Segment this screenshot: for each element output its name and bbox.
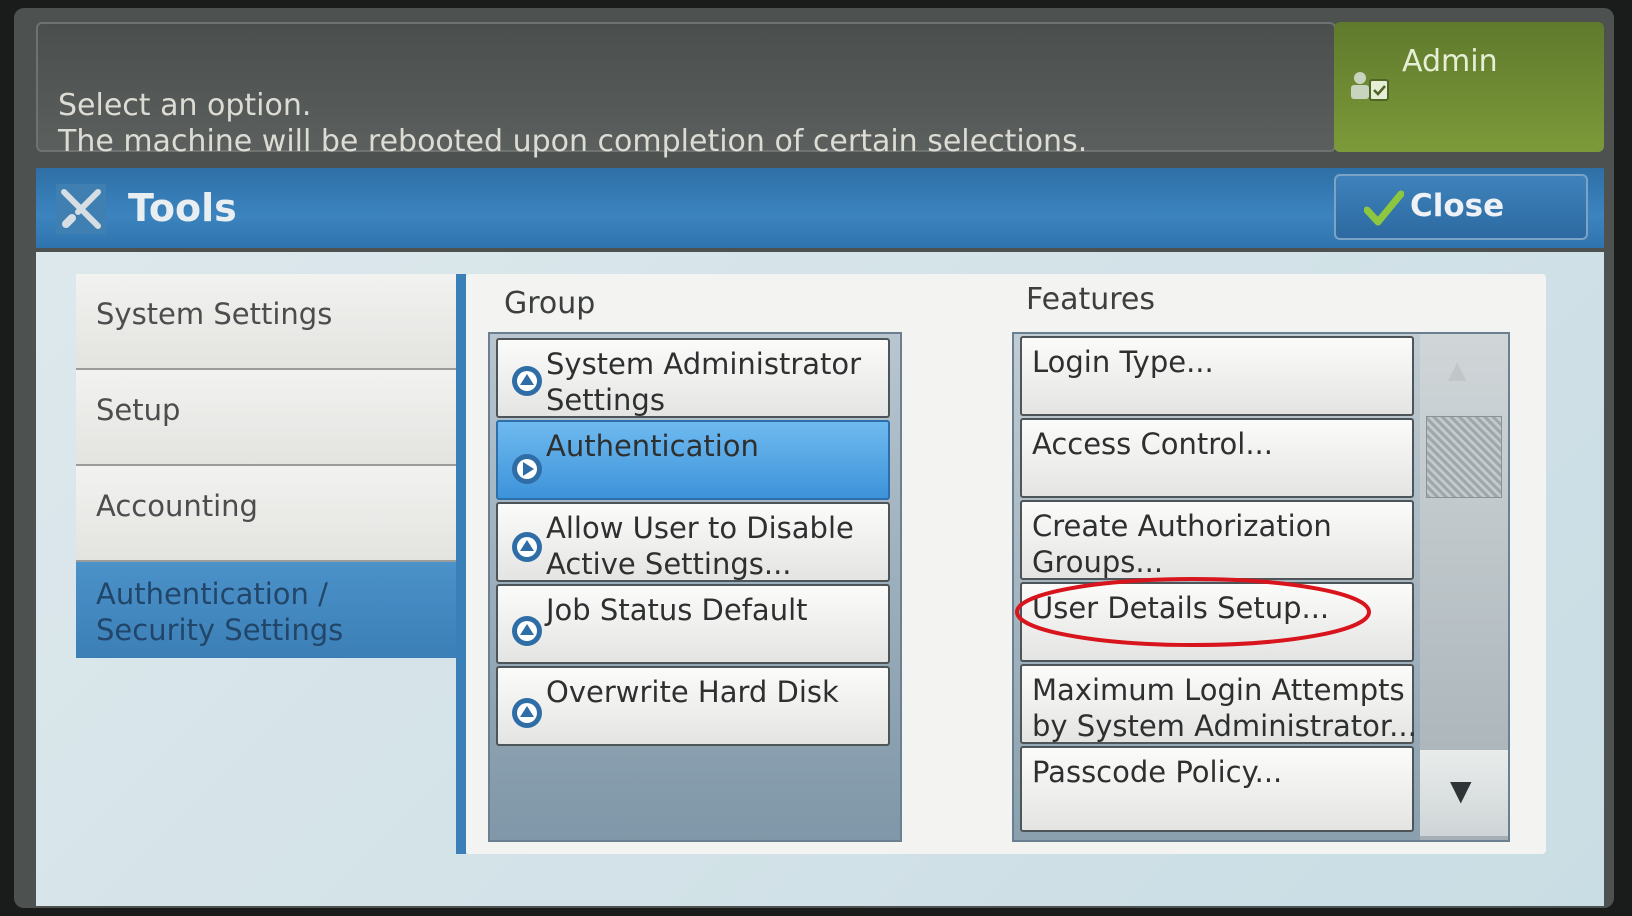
close-label: Close <box>1410 188 1505 224</box>
nav-item-authentication-security[interactable]: Authentication / Security Settings <box>76 562 456 658</box>
page-title: Tools <box>128 186 237 230</box>
nav-item-label: System Settings <box>96 297 333 331</box>
feature-label: Passcode Policy... <box>1032 755 1283 789</box>
group-item-label: Allow User to Disable Active Settings... <box>546 511 854 581</box>
nav-label-line-2: Security Settings <box>96 613 344 647</box>
group-item-label: Authentication <box>546 429 759 463</box>
nav-label-line-1: Authentication / <box>96 577 328 611</box>
nav-item-system-settings[interactable]: System Settings <box>76 274 456 370</box>
feature-max-login-attempts[interactable]: Maximum Login Attempts by System Administ… <box>1020 664 1417 744</box>
nav-item-label: Accounting <box>96 489 258 523</box>
message-line-2: The machine will be rebooted upon comple… <box>58 124 1088 159</box>
group-item-label: Overwrite Hard Disk <box>546 675 839 709</box>
feature-label: Access Control... <box>1032 427 1273 461</box>
touch-screen: Select an option. The machine will be re… <box>14 8 1614 908</box>
expand-up-icon <box>512 698 542 728</box>
scroll-thumb[interactable] <box>1426 416 1502 498</box>
group-header: Group <box>504 286 596 321</box>
scroll-up-icon[interactable]: ▲ <box>1448 356 1466 384</box>
message-bar: Select an option. The machine will be re… <box>36 22 1336 159</box>
group-item-allow-user-disable[interactable]: Allow User to Disable Active Settings... <box>496 502 890 582</box>
nav-item-label: Setup <box>96 393 181 427</box>
admin-button[interactable]: Admin <box>1334 22 1604 152</box>
feature-create-authorization-groups[interactable]: Create Authorization Groups... <box>1020 500 1414 580</box>
nav-item-label: Authentication / Security Settings <box>96 576 343 648</box>
expand-up-icon <box>512 616 542 646</box>
group-list: System Administrator Settings Authenticat… <box>488 332 902 842</box>
group-item-label: System Administrator Settings <box>546 347 862 417</box>
feature-label: Maximum Login Attempts by System Administ… <box>1032 673 1417 743</box>
feature-access-control[interactable]: Access Control... <box>1020 418 1414 498</box>
feature-label: Create Authorization Groups... <box>1032 509 1332 579</box>
nav-item-accounting[interactable]: Accounting <box>76 466 456 562</box>
expand-up-icon <box>512 366 542 396</box>
highlight-circle-annotation <box>1015 577 1371 647</box>
nav-item-setup[interactable]: Setup <box>76 370 456 466</box>
admin-label: Admin <box>1402 44 1498 79</box>
tools-icon <box>56 184 106 234</box>
group-item-label: Job Status Default <box>546 593 808 627</box>
message-line-1: Select an option. <box>58 88 312 123</box>
scroll-down-icon: ▼ <box>1450 774 1472 807</box>
expand-up-icon <box>512 532 542 562</box>
selected-arrow-icon <box>512 454 542 484</box>
features-header: Features <box>1026 282 1155 317</box>
group-item-system-admin-settings[interactable]: System Administrator Settings <box>496 338 890 418</box>
features-scrollbar[interactable]: ▲ ▼ <box>1420 334 1508 840</box>
group-item-authentication[interactable]: Authentication <box>496 420 890 500</box>
feature-login-type[interactable]: Login Type... <box>1020 336 1414 416</box>
settings-panel: Group Features System Administrator Setti… <box>466 274 1546 854</box>
group-item-overwrite-hard-disk[interactable]: Overwrite Hard Disk <box>496 666 890 746</box>
scroll-down-button[interactable]: ▼ <box>1420 750 1508 836</box>
nav-divider <box>456 274 466 854</box>
close-button[interactable]: Close <box>1334 174 1588 240</box>
feature-passcode-policy[interactable]: Passcode Policy... <box>1020 746 1414 832</box>
admin-user-icon <box>1351 72 1389 101</box>
group-item-job-status-default[interactable]: Job Status Default <box>496 584 890 664</box>
checkmark-icon <box>1364 190 1404 226</box>
feature-label: Login Type... <box>1032 345 1214 379</box>
